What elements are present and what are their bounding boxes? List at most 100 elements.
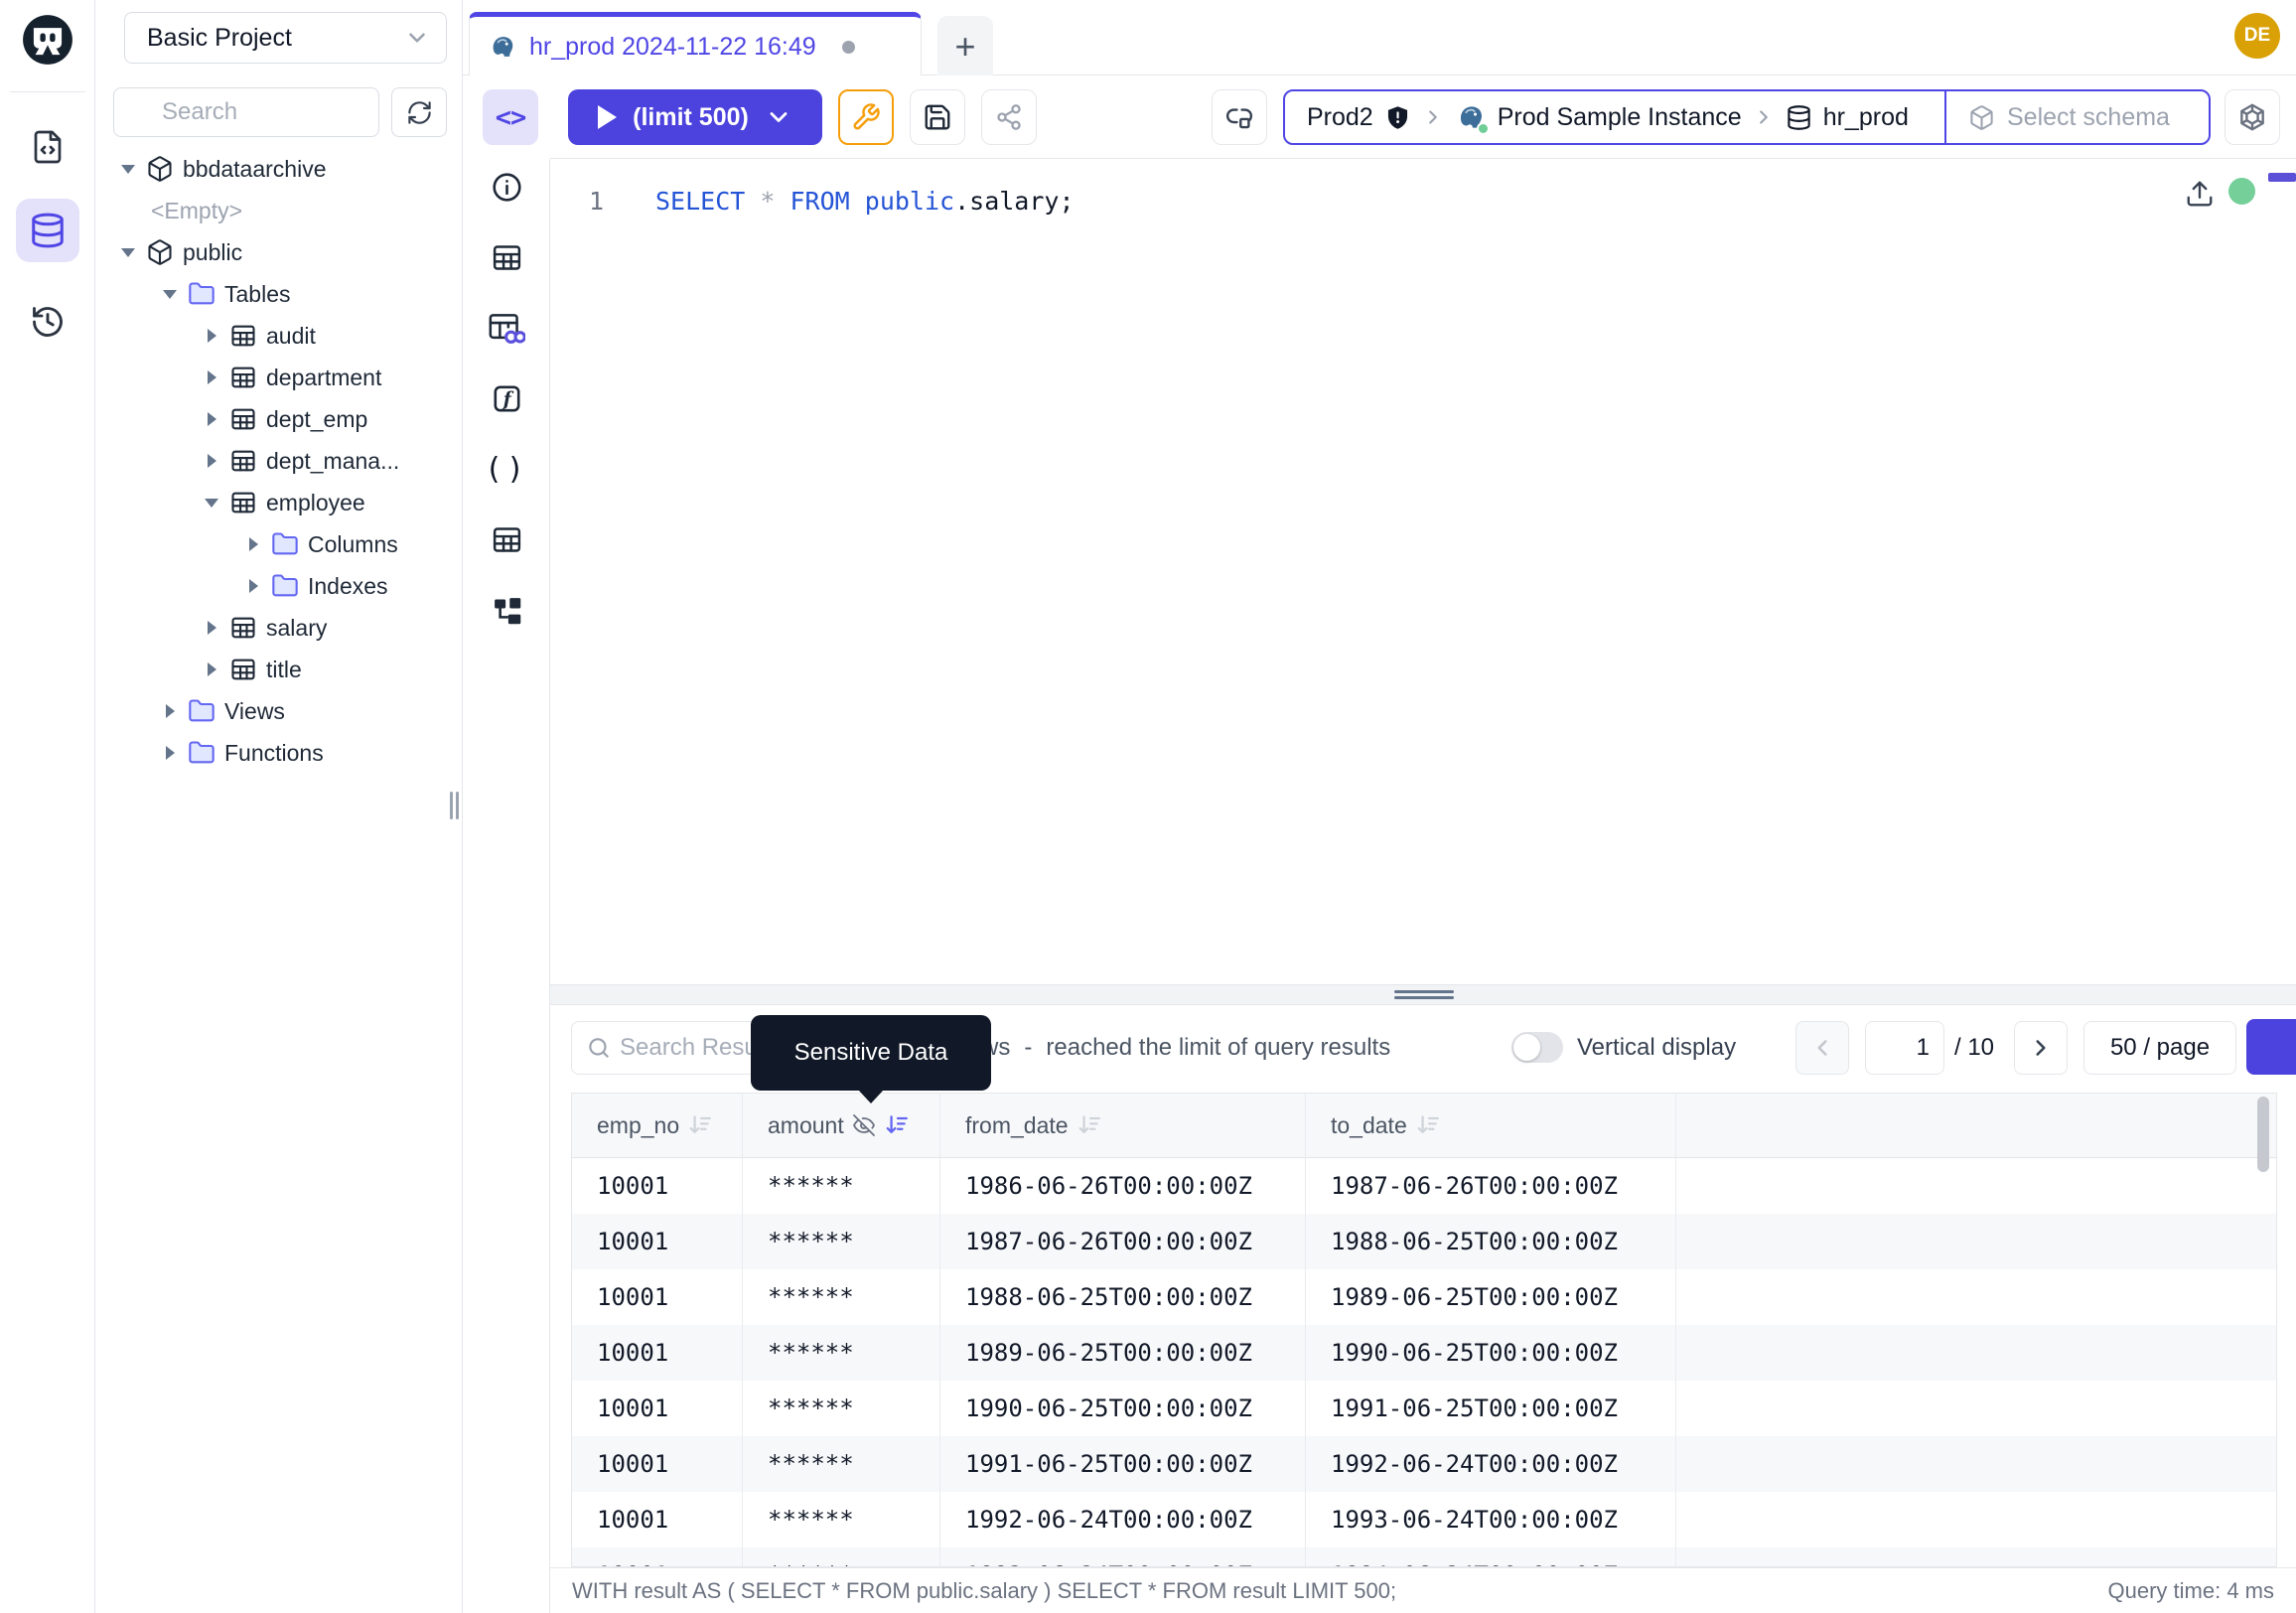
save-sheet-button[interactable] [910, 89, 965, 145]
next-page-button[interactable] [2014, 1021, 2068, 1075]
tree-item-dept-emp[interactable]: dept_emp [95, 398, 463, 440]
caret-down-icon[interactable] [119, 160, 137, 178]
tree-item-public[interactable]: public [95, 231, 463, 273]
table-row[interactable]: 10001 ****** 1987-06-26T00:00:00Z 1988-0… [572, 1214, 2276, 1269]
rail-worksheets-button[interactable] [16, 115, 79, 179]
sensitive-data-panel-button[interactable] [463, 300, 550, 356]
table-row[interactable]: 10001 ****** 1988-06-25T00:00:00Z 1989-0… [572, 1269, 2276, 1325]
tree-item-dept-manager[interactable]: dept_mana... [95, 440, 463, 482]
caret-right-icon[interactable] [244, 577, 262, 595]
table-row[interactable]: 10001 ****** 1993-06-24T00:00:00Z 1994-0… [572, 1547, 2276, 1567]
rail-history-button[interactable] [16, 290, 79, 354]
caret-right-icon[interactable] [203, 619, 220, 637]
vertical-display-toggle[interactable] [1511, 1032, 1563, 1063]
explorer-search-input[interactable] [113, 87, 379, 137]
tree-item-audit[interactable]: audit [95, 315, 463, 357]
sql-editor-mode-button[interactable]: <> [483, 89, 538, 145]
export-button[interactable] [2246, 1019, 2296, 1075]
tree-item-title[interactable]: title [95, 649, 463, 690]
ai-assistant-button[interactable] [2224, 89, 2280, 145]
refresh-button[interactable] [391, 87, 447, 137]
caret-down-icon[interactable] [203, 494, 220, 512]
project-select[interactable]: Basic Project [124, 12, 447, 64]
panel-divider[interactable] [550, 984, 2296, 1005]
tree-item-columns[interactable]: Columns [95, 523, 463, 565]
tree-item-label: salary [266, 615, 327, 642]
panel-resize-handle[interactable] [450, 792, 462, 819]
table-row[interactable]: 10001 ****** 1991-06-25T00:00:00Z 1992-0… [572, 1436, 2276, 1492]
column-header-to-date[interactable]: to_date [1306, 1094, 1676, 1157]
external-tables-panel-button[interactable] [463, 512, 550, 567]
tree-item-employee[interactable]: employee [95, 482, 463, 523]
column-header-from-date[interactable]: from_date [940, 1094, 1306, 1157]
tree-item-label: bbdataarchive [183, 156, 327, 183]
column-header-amount[interactable]: amount [743, 1094, 940, 1157]
share-button[interactable] [981, 89, 1037, 145]
upload-icon[interactable] [2185, 179, 2215, 209]
editor-toolbar: <> (limit 500) Prod2 Prod Sample Instanc… [463, 75, 2296, 159]
new-tab-button[interactable]: + [937, 16, 993, 76]
bytebase-logo-icon[interactable] [22, 14, 73, 66]
divider-grip-icon[interactable] [1394, 990, 1454, 999]
tree-item-functions[interactable]: Functions [95, 732, 463, 774]
tree-item-department[interactable]: department [95, 357, 463, 398]
format-sql-button[interactable] [838, 89, 894, 145]
caret-right-icon[interactable] [203, 410, 220, 428]
prev-page-button[interactable] [1795, 1021, 1849, 1075]
tree-item-label: Tables [224, 281, 290, 308]
connection-path[interactable]: Prod2 Prod Sample Instance hr_prod [1285, 91, 1944, 143]
table-icon [229, 405, 257, 433]
run-query-button[interactable]: (limit 500) [568, 89, 822, 145]
functions-panel-button[interactable] [463, 370, 550, 426]
caret-right-icon[interactable] [203, 327, 220, 345]
tree-item-views[interactable]: Views [95, 690, 463, 732]
caret-right-icon[interactable] [203, 660, 220, 678]
editor-scrollbar[interactable] [2268, 173, 2296, 182]
tree-item-indexes[interactable]: Indexes [95, 565, 463, 607]
schema-select[interactable]: Select schema [1946, 91, 2209, 143]
schema-diagram-button[interactable] [463, 582, 550, 638]
table-scrollbar[interactable] [2257, 1097, 2269, 1172]
caret-down-icon[interactable] [161, 285, 179, 303]
sql-code-line: SELECT * FROM public.salary; [655, 187, 1075, 216]
tab-hr-prod[interactable]: hr_prod 2024-11-22 16:49 [469, 12, 922, 76]
sql-editor[interactable]: 1 SELECT * FROM public.salary; [550, 159, 2296, 984]
search-icon [586, 1035, 612, 1061]
sort-icon-active[interactable] [884, 1112, 910, 1138]
column-header-spacer [1676, 1094, 2276, 1157]
run-button-label: (limit 500) [633, 103, 749, 132]
tables-panel-button[interactable] [463, 229, 550, 285]
tree-item-bbdataarchive[interactable]: bbdataarchive [95, 148, 463, 190]
caret-right-icon[interactable] [203, 368, 220, 386]
table-row[interactable]: 10001 ****** 1986-06-26T00:00:00Z 1987-0… [572, 1158, 2276, 1214]
table-row[interactable]: 10001 ****** 1992-06-24T00:00:00Z 1993-0… [572, 1492, 2276, 1547]
page-number-input[interactable] [1865, 1021, 1944, 1075]
connection-breadcrumb[interactable]: Prod2 Prod Sample Instance hr_prod Selec… [1283, 89, 2211, 145]
connection-button[interactable] [1212, 89, 1267, 145]
eye-off-icon[interactable] [852, 1113, 876, 1137]
caret-right-icon[interactable] [203, 452, 220, 470]
rail-databases-button[interactable] [16, 199, 79, 262]
instance-icon [1455, 102, 1487, 132]
sort-icon[interactable] [1076, 1112, 1102, 1138]
user-avatar[interactable]: DE [2234, 13, 2280, 59]
chevron-down-icon[interactable] [765, 103, 792, 131]
parentheses-icon: () [485, 452, 528, 487]
tree-item-salary[interactable]: salary [95, 607, 463, 649]
file-code-icon [30, 129, 66, 165]
table-row[interactable]: 10001 ****** 1990-06-25T00:00:00Z 1991-0… [572, 1381, 2276, 1436]
sort-icon[interactable] [1415, 1112, 1441, 1138]
page-size-select[interactable]: 50 / page [2083, 1021, 2236, 1075]
tooltip-arrow [858, 1090, 884, 1103]
caret-right-icon[interactable] [161, 744, 179, 762]
table-row[interactable]: 10001 ****** 1989-06-25T00:00:00Z 1990-0… [572, 1325, 2276, 1381]
caret-right-icon[interactable] [244, 535, 262, 553]
tree-item-label: <Empty> [151, 198, 242, 224]
caret-down-icon[interactable] [119, 243, 137, 261]
sort-icon[interactable] [687, 1112, 713, 1138]
column-header-emp-no[interactable]: emp_no [572, 1094, 743, 1157]
procedures-panel-button[interactable]: () [463, 441, 550, 497]
info-panel-button[interactable] [463, 159, 550, 215]
tree-item-tables[interactable]: Tables [95, 273, 463, 315]
caret-right-icon[interactable] [161, 702, 179, 720]
